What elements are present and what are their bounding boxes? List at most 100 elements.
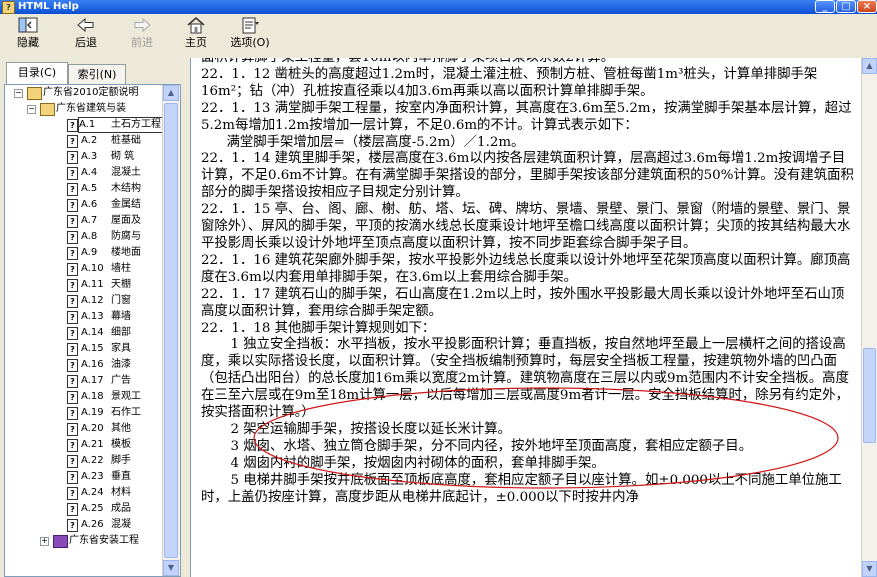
- collapse-icon[interactable]: −: [27, 105, 36, 114]
- forward-arrow-icon: [122, 16, 162, 36]
- tab-index[interactable]: 索引(N): [68, 64, 126, 84]
- hide-pane-icon: [8, 16, 48, 36]
- content-paragraph: 4 烟囱内衬的脚手架，按烟囱内衬砌体的面积，套单排脚手架。: [230, 455, 605, 471]
- content-paragraph: 22．1．14 建筑里脚手架，楼层高度在3.6m以内按各层建筑面积计算，层高超过…: [201, 151, 854, 201]
- tree-topic-item[interactable]: ? A.4 混凝土: [5, 165, 165, 181]
- tree-topic-item[interactable]: ? A.8 防腐与: [5, 229, 165, 245]
- tree-topic-item[interactable]: ? A.18 景观工: [5, 389, 165, 405]
- tree-topic-item[interactable]: ? A.3 砌 筑: [5, 149, 165, 165]
- contents-tree: − 广东省2010定额说明 − 广东省建筑与装 ? A.1 土石方工程? A.2 桩基础…: [4, 84, 181, 577]
- content-paragraph: 1 独立安全挡板：水平挡板，按水平投影面积计算；垂直挡板，按自然地坪至最上一层横…: [201, 337, 849, 421]
- tree-topic-item[interactable]: ? A.9 楼地面: [5, 245, 165, 261]
- tree-scroll-thumb[interactable]: [164, 103, 178, 558]
- tree-item-code: A.14: [81, 327, 104, 338]
- tree-item-code: A.25: [81, 503, 104, 514]
- tree-topic-item[interactable]: ? A.17 广告: [5, 373, 165, 389]
- expand-icon[interactable]: +: [40, 537, 49, 546]
- tree-topic-item[interactable]: ? A.10 墙柱: [5, 261, 165, 277]
- tree-topic-item[interactable]: ? A.26 混凝: [5, 517, 165, 533]
- scroll-up-icon[interactable]: ▲: [862, 58, 877, 74]
- help-topic-icon: ?: [67, 439, 78, 452]
- content-scrollbar[interactable]: ▲ ▼: [861, 58, 877, 577]
- tree-topic-item[interactable]: ? A.24 材料: [5, 485, 165, 501]
- options-label: 选项(O): [230, 36, 270, 49]
- collapse-icon[interactable]: −: [14, 89, 23, 98]
- maximize-button[interactable]: □: [836, 0, 856, 13]
- tree-topic-item[interactable]: ? A.13 幕墙: [5, 309, 165, 325]
- hide-button[interactable]: 隐藏: [8, 16, 48, 56]
- tree-item-code: A.22: [81, 455, 104, 466]
- help-topic-icon: ?: [67, 119, 78, 132]
- tree-item-code: A.10: [81, 263, 104, 274]
- tree-topic-item[interactable]: ? A.1 土石方工程: [5, 117, 180, 133]
- help-topic-icon: ?: [67, 231, 78, 244]
- help-topic-icon: ?: [67, 423, 78, 436]
- help-topic-icon: ?: [67, 167, 78, 180]
- content-paragraph: 5 电梯井脚手架按井底板面至顶板底高度，套相应定额子目以座计算。如±0.000以…: [201, 472, 842, 505]
- tree-topic-item[interactable]: ? A.2 桩基础: [5, 133, 165, 149]
- minimize-button[interactable]: _: [815, 0, 835, 13]
- home-button[interactable]: 主页: [176, 16, 216, 56]
- tree-root-node[interactable]: − 广东省2010定额说明: [5, 85, 165, 101]
- tree-item-name: 景观工: [111, 391, 141, 402]
- tree-topic-item[interactable]: ? A.25 成品: [5, 501, 165, 517]
- tree-topic-item[interactable]: ? A.7 屋面及: [5, 213, 165, 229]
- content-paragraph: 面积计算脚手架工程量，套10m以内单排脚手架项目乘以系数2计算。: [201, 58, 856, 67]
- tab-contents[interactable]: 目录(C): [6, 62, 68, 84]
- tree-topic-item[interactable]: ? A.12 门窗: [5, 293, 165, 309]
- tree-sub-label: 广东省建筑与装: [56, 103, 126, 114]
- home-icon: [176, 16, 216, 36]
- options-document-icon: [226, 16, 274, 36]
- scroll-up-icon[interactable]: ▲: [163, 85, 179, 101]
- tree-scrollbar[interactable]: ▲ ▼: [162, 85, 180, 576]
- close-button[interactable]: ×: [857, 0, 877, 13]
- help-topic-icon: ?: [67, 327, 78, 340]
- tree-topic-item[interactable]: ? A.22 脚手: [5, 453, 165, 469]
- help-topic-icon: ?: [67, 151, 78, 164]
- help-topic-icon: ?: [67, 343, 78, 356]
- tree-topic-item[interactable]: ? A.5 木结构: [5, 181, 165, 197]
- tree-item-name: 屋面及: [111, 215, 141, 226]
- help-book-icon: ?: [2, 1, 15, 14]
- tree-item-name: 金属结: [111, 199, 141, 210]
- content-paragraph: 3 烟囱、水塔、独立筒仓脚手架，分不同内径，按外地坪至顶面高度，套相应定额子目。: [230, 438, 753, 454]
- tree-topic-item[interactable]: ? A.16 油漆: [5, 357, 165, 373]
- tree-install-node[interactable]: + 广东省安装工程: [5, 533, 165, 549]
- tree-item-name: 墙柱: [111, 263, 131, 274]
- tree-topic-item[interactable]: ? A.11 天棚: [5, 277, 165, 293]
- tree-topic-item[interactable]: ? A.21 模板: [5, 437, 165, 453]
- scroll-down-icon[interactable]: ▼: [862, 561, 877, 577]
- navigation-pane: 目录(C) 索引(N) − 广东省2010定额说明 − 广东省建筑与装 ? A.1…: [0, 58, 185, 577]
- tree-item-code: A.26: [81, 519, 104, 530]
- tree-item-code: A.11: [81, 279, 104, 290]
- tree-item-code: A.17: [81, 375, 104, 386]
- content-scroll-thumb[interactable]: [863, 348, 876, 443]
- tree-item-name: 混凝土: [111, 167, 141, 178]
- options-button[interactable]: 选项(O): [226, 16, 274, 56]
- back-label: 后退: [75, 36, 97, 49]
- tree-topic-item[interactable]: ? A.19 石作工: [5, 405, 165, 421]
- open-book-icon: [27, 87, 42, 100]
- tree-topic-item[interactable]: ? A.20 其他: [5, 421, 165, 437]
- tree-item-name: 其他: [111, 423, 131, 434]
- tree-item-name: 细部: [111, 327, 131, 338]
- help-topic-icon: ?: [67, 407, 78, 420]
- forward-button[interactable]: 前进: [122, 16, 162, 56]
- tree-install-label: 广东省安装工程: [69, 535, 139, 546]
- tree-item-code: A.2: [81, 135, 98, 146]
- tree-item-name: 桩基础: [111, 135, 141, 146]
- help-topic-icon: ?: [67, 311, 78, 324]
- help-topic-icon: ?: [67, 247, 78, 260]
- tree-item-name: 脚手: [111, 455, 131, 466]
- tree-topic-item[interactable]: ? A.14 细部: [5, 325, 165, 341]
- tree-topic-item[interactable]: ? A.6 金属结: [5, 197, 165, 213]
- tree-item-code: A.4: [81, 167, 98, 178]
- toolbar: 隐藏 后退 前进 主页 选项(O): [0, 14, 877, 59]
- tree-item-code: A.7: [81, 215, 98, 226]
- tree-topic-item[interactable]: ? A.23 垂直: [5, 469, 165, 485]
- tree-topic-item[interactable]: ? A.15 家具: [5, 341, 165, 357]
- scroll-down-icon[interactable]: ▼: [163, 560, 179, 576]
- back-button[interactable]: 后退: [66, 16, 106, 56]
- help-topic-icon: ?: [67, 215, 78, 228]
- tree-sub-node[interactable]: − 广东省建筑与装: [5, 101, 165, 117]
